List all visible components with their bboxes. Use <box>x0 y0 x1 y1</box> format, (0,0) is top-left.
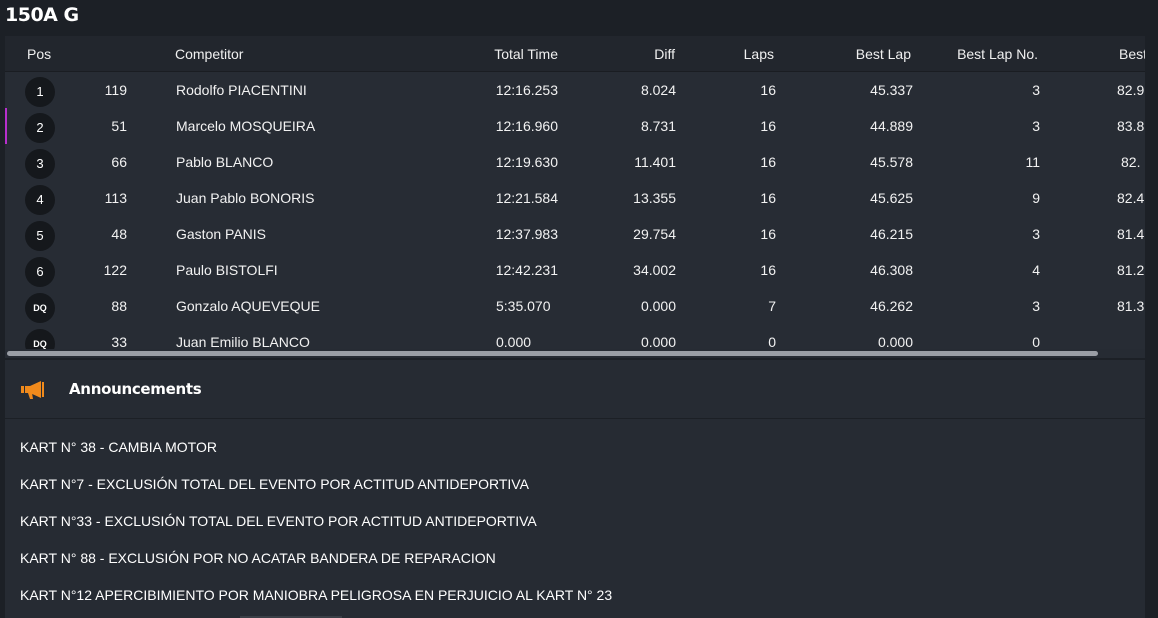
table-row[interactable]: 3 66 Pablo BLANCO 12:19.630 11.401 16 45… <box>5 144 1145 181</box>
laps: 16 <box>760 154 776 170</box>
diff: 8.024 <box>640 82 676 98</box>
best-speed: 81.3 <box>1117 298 1145 314</box>
laps: 16 <box>760 262 776 278</box>
best-lap: 46.262 <box>870 298 913 314</box>
competitor-link[interactable]: Marcelo MOSQUEIRA <box>176 118 315 134</box>
announcement-item: KART N°7 - EXCLUSIÓN TOTAL DEL EVENTO PO… <box>20 476 529 492</box>
total-time: 12:16.960 <box>495 118 558 134</box>
table-row[interactable]: 5 48 Gaston PANIS 12:37.983 29.754 16 46… <box>5 216 1145 253</box>
competitor-link[interactable]: Juan Emilio BLANCO <box>176 334 310 350</box>
kart-number: 48 <box>111 226 127 242</box>
header-best-lap-no[interactable]: Best Lap No. <box>898 46 1038 62</box>
kart-number: 122 <box>103 262 127 278</box>
total-time: 12:37.983 <box>495 226 558 242</box>
header-best-speed[interactable]: Best <box>1119 46 1145 62</box>
laps: 16 <box>760 190 776 206</box>
position-badge: 1 <box>25 77 55 107</box>
best-lap: 46.308 <box>870 262 913 278</box>
header-diff[interactable]: Diff <box>575 46 675 62</box>
best-lap-no: 0 <box>1032 334 1040 350</box>
kart-number: 113 <box>104 190 127 206</box>
competitor-link[interactable]: Pablo BLANCO <box>176 154 273 170</box>
best-lap: 0.000 <box>877 334 913 350</box>
table-header: Pos Competitor Total Time Diff Laps Best… <box>5 36 1145 72</box>
competitor-link[interactable]: Paulo BISTOLFI <box>176 262 278 278</box>
diff: 29.754 <box>633 226 676 242</box>
best-lap: 44.889 <box>870 118 913 134</box>
header-laps[interactable]: Laps <box>674 46 774 62</box>
table-row[interactable]: 6 122 Paulo BISTOLFI 12:42.231 34.002 16… <box>5 252 1145 289</box>
best-lap-no: 9 <box>1032 190 1040 206</box>
diff: 0.000 <box>640 298 676 314</box>
table-row[interactable]: 4 113 Juan Pablo BONORIS 12:21.584 13.35… <box>5 180 1145 217</box>
diff: 34.002 <box>633 262 676 278</box>
best-speed: 83.8 <box>1117 118 1145 134</box>
best-lap: 45.337 <box>870 82 913 98</box>
total-time: 12:16.253 <box>495 82 558 98</box>
laps: 16 <box>760 226 776 242</box>
announcement-item: KART N°33 - EXCLUSIÓN TOTAL DEL EVENTO P… <box>20 513 537 529</box>
best-speed: 81.2 <box>1117 262 1145 278</box>
announcement-item: KART N° 88 - EXCLUSIÓN POR NO ACATAR BAN… <box>20 550 496 566</box>
header-pos[interactable]: Pos <box>27 46 51 62</box>
total-time: 5:35.070 <box>496 298 551 314</box>
competitor-link[interactable]: Rodolfo PIACENTINI <box>176 82 307 98</box>
table-row[interactable]: 2 51 Marcelo MOSQUEIRA 12:16.960 8.731 1… <box>5 108 1145 145</box>
results-table: Pos Competitor Total Time Diff Laps Best… <box>5 36 1145 358</box>
competitor-link[interactable]: Gonzalo AQUEVEQUE <box>176 298 320 314</box>
announcements-panel: Announcements KART N° 38 - CAMBIA MOTOR … <box>5 360 1145 618</box>
kart-number: 66 <box>111 154 127 170</box>
total-time: 12:19.630 <box>495 154 558 170</box>
announcements-title: Announcements <box>69 380 202 398</box>
best-lap: 45.625 <box>870 190 913 206</box>
total-time: 12:21.584 <box>495 190 558 206</box>
position-badge: 5 <box>25 221 55 251</box>
kart-number: 88 <box>111 298 127 314</box>
position-badge: DQ <box>25 293 55 323</box>
header-best-lap[interactable]: Best Lap <box>811 46 911 62</box>
best-speed: 82.4 <box>1117 190 1145 206</box>
announcements-header: Announcements <box>5 360 1145 419</box>
laps: 16 <box>760 82 776 98</box>
announcement-item: KART N°12 APERCIBIMIENTO POR MANIOBRA PE… <box>20 587 613 603</box>
diff: 0.000 <box>640 334 676 350</box>
best-lap-no: 3 <box>1032 118 1040 134</box>
megaphone-icon <box>21 381 44 399</box>
position-badge: 2 <box>25 113 55 143</box>
position-badge: 3 <box>25 149 55 179</box>
best-lap: 46.215 <box>870 226 913 242</box>
best-speed: 81.4 <box>1117 226 1145 242</box>
position-badge: 4 <box>25 185 55 215</box>
announcement-item: KART N° 38 - CAMBIA MOTOR <box>20 439 217 455</box>
best-speed: 82.9 <box>1117 82 1145 98</box>
laps: 7 <box>768 298 776 314</box>
total-time: 12:42.231 <box>495 262 558 278</box>
header-competitor[interactable]: Competitor <box>175 46 243 62</box>
horizontal-scrollbar-thumb[interactable] <box>7 351 1098 356</box>
kart-number: 119 <box>104 82 127 98</box>
best-lap-no: 3 <box>1032 298 1040 314</box>
best-lap-no: 3 <box>1032 226 1040 242</box>
best-lap-no: 4 <box>1032 262 1040 278</box>
laps: 0 <box>768 334 776 350</box>
laps: 16 <box>760 118 776 134</box>
kart-number: 33 <box>111 334 127 350</box>
kart-number: 51 <box>111 118 127 134</box>
diff: 13.355 <box>633 190 676 206</box>
diff: 8.731 <box>640 118 676 134</box>
competitor-link[interactable]: Juan Pablo BONORIS <box>176 190 315 206</box>
best-lap-no: 3 <box>1032 82 1040 98</box>
competitor-link[interactable]: Gaston PANIS <box>176 226 266 242</box>
best-lap-no: 11 <box>1025 154 1040 170</box>
session-title: 150A G <box>5 4 79 26</box>
table-row[interactable]: DQ 88 Gonzalo AQUEVEQUE 5:35.070 0.000 7… <box>5 288 1145 325</box>
total-time: 0.000 <box>496 334 532 350</box>
header-total-time[interactable]: Total Time <box>458 46 558 62</box>
best-lap: 45.578 <box>870 154 913 170</box>
position-badge: 6 <box>25 257 55 287</box>
diff: 11.401 <box>634 154 676 170</box>
table-row[interactable]: 1 119 Rodolfo PIACENTINI 12:16.253 8.024… <box>5 72 1145 109</box>
best-speed: 82. <box>1121 154 1141 170</box>
